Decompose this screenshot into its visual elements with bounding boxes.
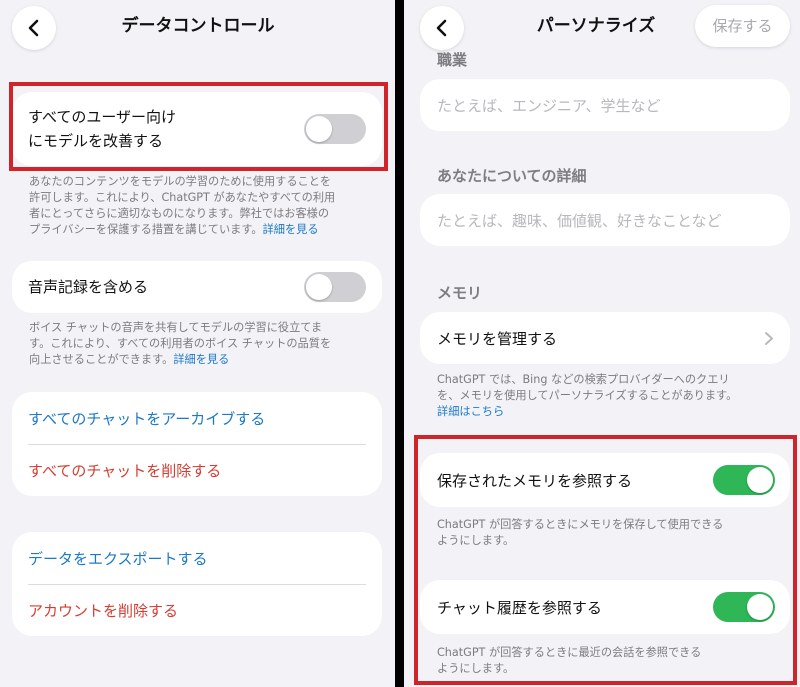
chevron-right-icon bbox=[765, 332, 773, 345]
toggle-knob bbox=[306, 274, 332, 300]
occupation-placeholder: たとえば、エンジニア、学生など bbox=[437, 97, 661, 115]
learn-more-link[interactable]: 詳細を見る bbox=[263, 223, 319, 236]
save-button[interactable]: 保存する bbox=[695, 5, 790, 47]
account-actions-card: データをエクスポートする アカウントを削除する bbox=[12, 532, 382, 636]
delete-all-chats-button[interactable]: すべてのチャットを削除する bbox=[28, 460, 221, 481]
archive-all-chats-button[interactable]: すべてのチャットをアーカイブする bbox=[28, 408, 265, 429]
manage-memory-label: メモリを管理する bbox=[437, 330, 558, 348]
voice-recording-label: 音声記録を含める bbox=[28, 278, 149, 296]
chevron-left-icon bbox=[436, 19, 447, 37]
learn-more-link[interactable]: 詳細はこちら bbox=[437, 404, 737, 420]
page-title: データコントロール bbox=[121, 16, 275, 36]
memory-header: メモリ bbox=[437, 284, 483, 302]
learn-more-link[interactable]: 詳細を見る bbox=[173, 353, 229, 366]
memory-note: ChatGPT では、Bing などの検索プロバイダーへのクエリ を、メモリを使… bbox=[437, 373, 738, 420]
occupation-field[interactable]: たとえば、エンジニア、学生など bbox=[420, 79, 790, 131]
back-button[interactable] bbox=[420, 6, 464, 50]
divider bbox=[28, 444, 366, 445]
voice-recording-note: ボイス チャットの音声を共有してモデルの学習に役立てま す。これにより、すべての… bbox=[29, 321, 332, 366]
personalize-screen: パーソナライズ 保存する 職業 たとえば、エンジニア、学生など あなたについての… bbox=[404, 0, 800, 687]
about-field[interactable]: たとえば、趣味、価値観、好きなことなど bbox=[420, 194, 790, 246]
voice-recording-toggle[interactable] bbox=[304, 272, 366, 302]
about-placeholder: たとえば、趣味、価値観、好きなことなど bbox=[437, 212, 722, 230]
data-controls-screen: データコントロール すべてのユーザー向け にモデルを改善する あなたのコンテンツ… bbox=[0, 0, 395, 687]
chats-actions-card: すべてのチャットをアーカイブする すべてのチャットを削除する bbox=[12, 392, 382, 496]
manage-memory-row[interactable]: メモリを管理する bbox=[420, 312, 790, 364]
chevron-left-icon bbox=[28, 19, 39, 37]
occupation-header: 職業 bbox=[437, 51, 468, 69]
highlight-box bbox=[9, 82, 388, 171]
back-button[interactable] bbox=[12, 6, 56, 50]
voice-recording-row[interactable]: 音声記録を含める bbox=[12, 261, 382, 313]
improve-model-note: あなたのコンテンツをモデルの学習のために使用することを 許可します。これにより、… bbox=[29, 175, 336, 236]
export-data-button[interactable]: データをエクスポートする bbox=[28, 548, 208, 569]
delete-account-button[interactable]: アカウントを削除する bbox=[28, 600, 178, 621]
divider bbox=[28, 584, 366, 585]
page-title: パーソナライズ bbox=[536, 16, 656, 36]
about-header: あなたについての詳細 bbox=[437, 167, 587, 185]
highlight-box bbox=[414, 435, 797, 685]
